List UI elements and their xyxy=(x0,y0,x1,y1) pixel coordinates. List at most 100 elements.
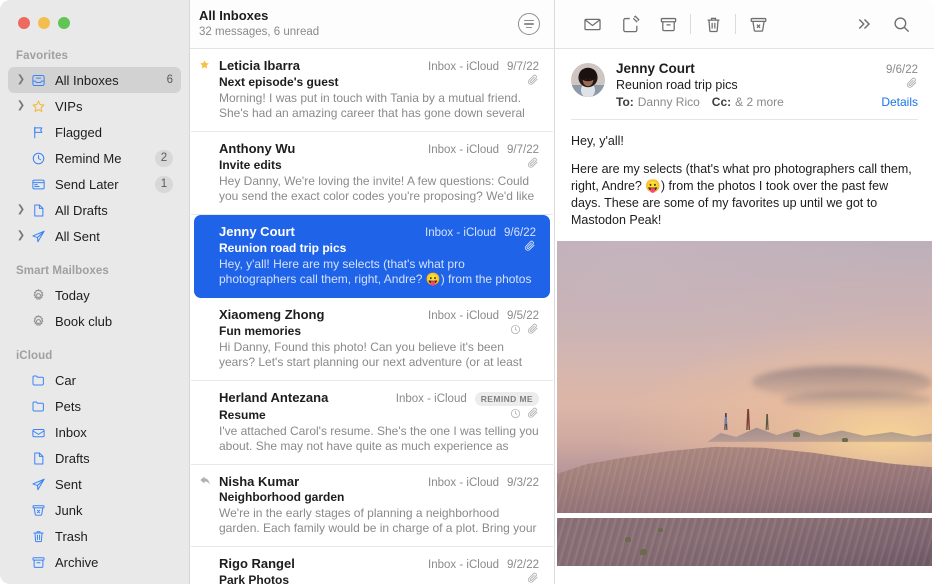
sidebar-section-header: Favorites xyxy=(16,50,69,62)
inbox-icon xyxy=(28,425,48,440)
message-row-top: Leticia Ibarra Inbox - iCloud 9/7/22 xyxy=(219,58,539,73)
shrub xyxy=(842,438,848,443)
sidebar-item-label: Junk xyxy=(55,502,83,518)
sidebar-item-label: Car xyxy=(55,372,76,388)
message-list-item[interactable]: Anthony Wu Inbox - iCloud 9/7/22 Invite edi… xyxy=(191,132,553,215)
message-preview: Hey, y'all! Here are my selects (that's … xyxy=(219,257,532,286)
message-list-item[interactable]: Nisha Kumar Inbox - iCloud 9/3/22 Neighborh… xyxy=(191,465,553,547)
sidebar-item-pets[interactable]: Pets xyxy=(8,393,181,419)
sidebar-item-label: Pets xyxy=(55,398,82,414)
chevron-right-icon[interactable]: ❯ xyxy=(14,231,28,241)
junk-button[interactable] xyxy=(739,10,777,38)
sidebar-item-flagged[interactable]: Flagged xyxy=(8,119,181,145)
sidebar-item-today[interactable]: Today xyxy=(8,282,181,308)
close-button[interactable] xyxy=(18,17,30,29)
mailbox-title: All Inboxes xyxy=(199,8,269,23)
sidebar-item-label: Inbox xyxy=(55,424,87,440)
message-subject: Invite edits xyxy=(219,157,282,172)
sidebar-item-drafts[interactable]: Drafts xyxy=(8,445,181,471)
sidebar-item-trash[interactable]: Trash xyxy=(8,523,181,549)
message-list-item[interactable]: Jenny Court Inbox - iCloud 9/6/22 Reunion r… xyxy=(194,215,550,298)
chevron-right-icon[interactable]: ❯ xyxy=(14,101,28,111)
message-sender: Anthony Wu xyxy=(219,141,296,156)
sidebar-item-label: Trash xyxy=(55,528,88,544)
sidebar-item-junk[interactable]: Junk xyxy=(8,497,181,523)
message-row-middle: Fun memories xyxy=(219,323,539,338)
details-link[interactable]: Details xyxy=(881,95,918,109)
more-button[interactable] xyxy=(844,10,882,38)
toolbar-divider xyxy=(690,14,691,34)
filter-icon[interactable] xyxy=(518,13,540,35)
message-list-item[interactable]: Herland Antezana Inbox - iCloud REMIND ME R… xyxy=(191,381,553,465)
sidebar-item-count: 6 xyxy=(166,74,173,86)
paper-plane-icon xyxy=(28,229,48,244)
sidebar-item-archive[interactable]: Archive xyxy=(8,549,181,575)
message-sender: Rigo Rangel xyxy=(219,556,295,571)
reply-arrow-icon xyxy=(199,475,212,490)
message-row-top: Nisha Kumar Inbox - iCloud 9/3/22 xyxy=(219,474,539,489)
sidebar-item-book-club[interactable]: Book club xyxy=(8,308,181,334)
shrub xyxy=(658,527,664,532)
message-list-pane: All Inboxes 32 messages, 6 unread Letici… xyxy=(190,0,555,584)
sidebar-item-all-sent[interactable]: ❯ All Sent xyxy=(8,223,181,249)
paperclip-icon xyxy=(906,77,918,92)
sidebar-item-label: Remind Me xyxy=(55,150,122,166)
message-subject: Reunion road trip pics xyxy=(219,240,347,255)
reading-pane: Jenny Court 9/6/22 Reunion road trip pic… xyxy=(555,0,934,584)
chevron-right-icon[interactable]: ❯ xyxy=(14,205,28,215)
message-mailbox: Inbox - iCloud xyxy=(428,559,500,571)
mark-unread-button[interactable] xyxy=(573,10,611,38)
message-list-item[interactable]: Xiaomeng Zhong Inbox - iCloud 9/5/22 Fun me… xyxy=(191,298,553,381)
delete-button[interactable] xyxy=(694,10,732,38)
minimize-button[interactable] xyxy=(38,17,50,29)
clock-icon xyxy=(28,151,48,166)
message-list-item[interactable]: Rigo Rangel Inbox - iCloud 9/2/22 Park Phot… xyxy=(191,547,553,584)
sidebar-item-vips[interactable]: ❯ VIPs xyxy=(8,93,181,119)
search-button[interactable] xyxy=(882,10,920,38)
sidebar-item-label: Today xyxy=(55,287,90,303)
paperclip-icon xyxy=(524,240,536,255)
junk-icon xyxy=(28,503,48,518)
sidebar-item-label: All Sent xyxy=(55,228,100,244)
attachment-photo-rock-surface[interactable] xyxy=(557,518,932,566)
sidebar-item-car[interactable]: Car xyxy=(8,367,181,393)
sidebar-item-inbox[interactable]: Inbox xyxy=(8,419,181,445)
sidebar-item-label: All Drafts xyxy=(55,202,108,218)
chevron-right-icon[interactable]: ❯ xyxy=(14,75,28,85)
message-subject: Neighborhood garden xyxy=(219,490,345,504)
sidebar-item-all-drafts[interactable]: ❯ All Drafts xyxy=(8,197,181,223)
sidebar-item-remind-me[interactable]: Remind Me 2 xyxy=(8,145,181,171)
to-value[interactable]: Danny Rico xyxy=(638,95,700,109)
message-attachments xyxy=(555,241,934,584)
archive-button[interactable] xyxy=(649,10,687,38)
paperclip-icon xyxy=(527,323,539,338)
sidebar-item-sent[interactable]: Sent xyxy=(8,471,181,497)
message-row-top: Herland Antezana Inbox - iCloud REMIND ME xyxy=(219,390,539,406)
shrub xyxy=(639,548,647,555)
message-list[interactable]: Leticia Ibarra Inbox - iCloud 9/7/22 Next e… xyxy=(190,49,554,584)
avatar xyxy=(571,63,605,97)
sidebar-item-label: VIPs xyxy=(55,98,83,114)
paperclip-icon xyxy=(527,74,539,89)
message-preview: I've attached Carol's resume. She's the … xyxy=(219,424,539,453)
compose-button[interactable] xyxy=(611,10,649,38)
message-body-paragraph: Hey, y'all! xyxy=(571,134,624,148)
cc-value[interactable]: & 2 more xyxy=(735,95,784,109)
all-inboxes-icon xyxy=(28,73,48,88)
attachment-photo-desert-sunset-hikers[interactable] xyxy=(557,241,932,513)
message-row-middle: Neighborhood garden xyxy=(219,490,539,504)
clock-icon xyxy=(510,408,521,422)
zoom-button[interactable] xyxy=(58,17,70,29)
sidebar-item-send-later[interactable]: Send Later 1 xyxy=(8,171,181,197)
trash-icon xyxy=(28,529,48,544)
message-date: 9/6/22 xyxy=(886,64,918,76)
message-row-icons xyxy=(527,74,539,89)
message-list-item[interactable]: Leticia Ibarra Inbox - iCloud 9/7/22 Next e… xyxy=(191,49,553,132)
message-mailbox: Inbox - iCloud xyxy=(428,144,500,156)
message-list-header: All Inboxes 32 messages, 6 unread xyxy=(190,0,554,49)
sidebar-item-all-inboxes[interactable]: ❯ All Inboxes 6 xyxy=(8,67,181,93)
traffic-lights xyxy=(0,0,189,44)
gear-icon xyxy=(28,288,48,303)
